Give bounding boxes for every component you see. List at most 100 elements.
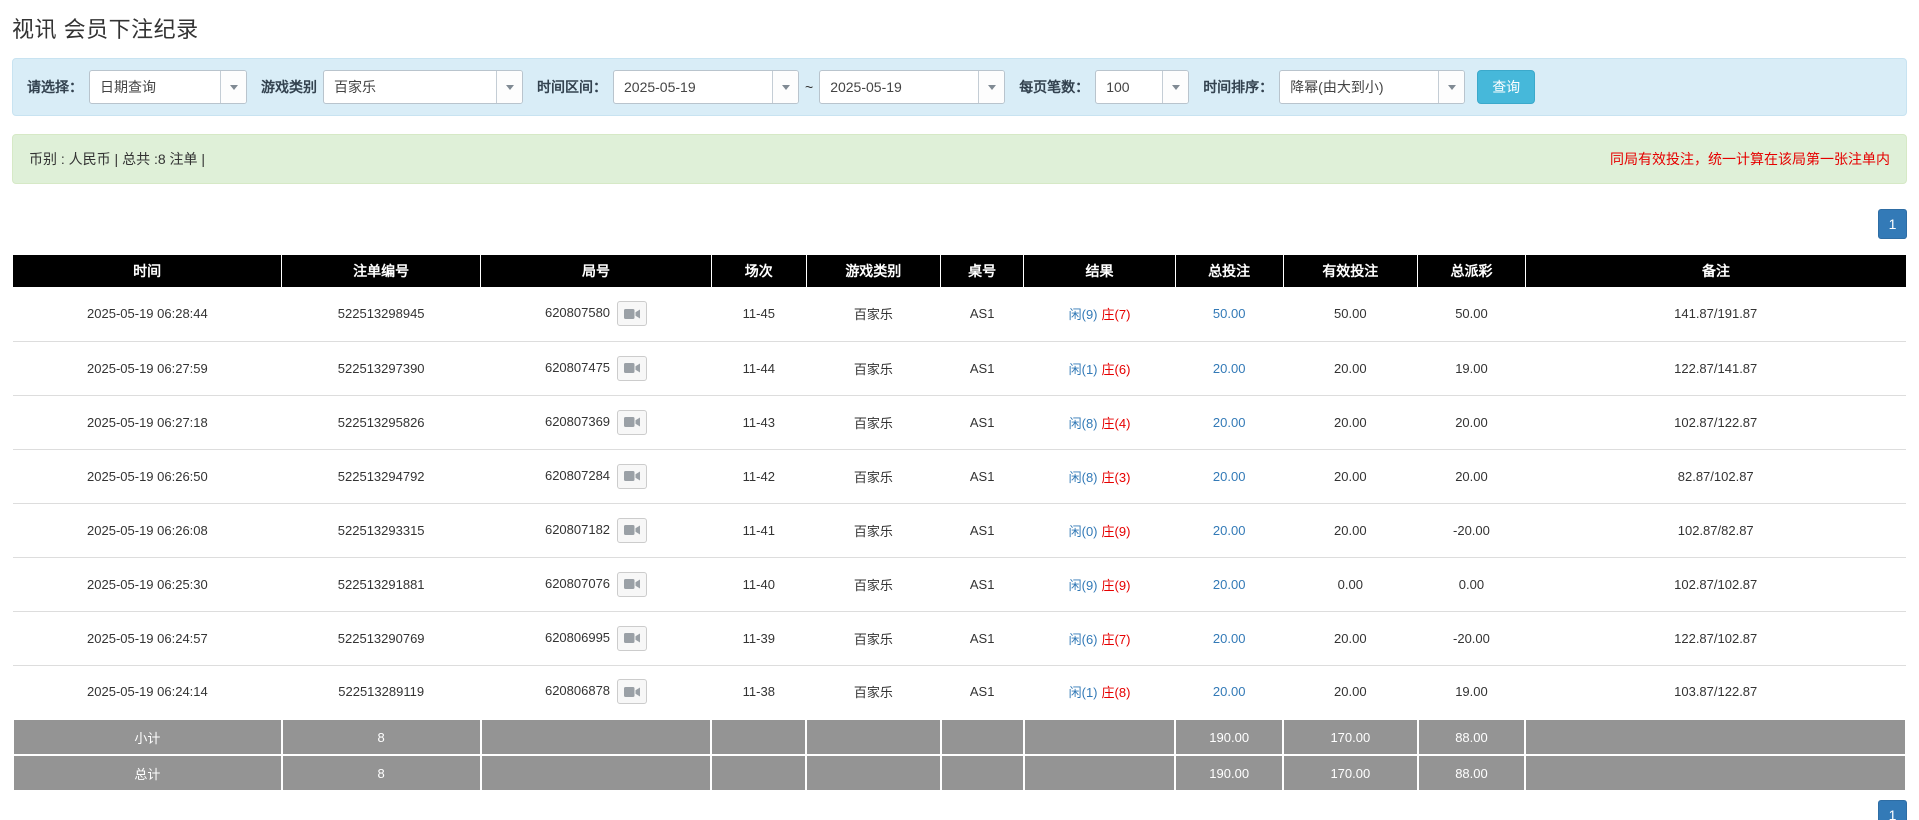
cell-bet-id: 522513295826 (281, 395, 481, 450)
round-id-value: 620807182 (544, 521, 611, 537)
page-button-1[interactable]: 1 (1878, 209, 1907, 239)
total-bet-link[interactable]: 20.00 (1213, 684, 1246, 699)
total-bet-link[interactable]: 20.00 (1213, 577, 1246, 592)
video-camera-icon (624, 417, 641, 427)
total-empty-cell (1524, 754, 1907, 792)
subtotal-count: 8 (280, 718, 482, 756)
view-video-button[interactable] (617, 355, 648, 381)
cell-session: 11-44 (711, 341, 807, 396)
cell-session: 11-43 (711, 395, 807, 450)
cell-table: AS1 (940, 341, 1024, 396)
result-player: 闲(6) (1068, 631, 1098, 647)
cell-round-id: 620806995 (480, 611, 712, 666)
subtotal-empty-cell (939, 718, 1025, 756)
cell-valid-bet: 20.00 (1283, 341, 1418, 396)
total-payout: 88.00 (1416, 754, 1527, 792)
cell-bet-id: 522513297390 (281, 341, 481, 396)
total-bet-link[interactable]: 50.00 (1213, 306, 1246, 321)
date-from-input[interactable] (614, 71, 772, 103)
cell-session: 11-42 (711, 449, 807, 504)
view-video-button[interactable] (617, 625, 648, 651)
sort-order-dropdown-button[interactable] (1438, 71, 1465, 103)
cell-remark: 141.87/191.87 (1525, 287, 1906, 342)
chevron-down-icon (987, 84, 996, 90)
cell-remark: 122.87/102.87 (1525, 611, 1906, 666)
header-table: 桌号 (940, 255, 1024, 287)
total-count: 8 (280, 754, 482, 792)
view-video-button[interactable] (617, 301, 648, 327)
page-size-dropdown-button[interactable] (1162, 71, 1189, 103)
round-id-value: 620806995 (544, 629, 611, 645)
total-bet-link[interactable]: 20.00 (1213, 631, 1246, 646)
cell-remark: 122.87/141.87 (1525, 341, 1906, 396)
cell-table: AS1 (940, 611, 1024, 666)
query-type-dropdown-button[interactable] (220, 71, 246, 103)
cell-result: 闲(9) 庄(9) (1023, 557, 1176, 612)
table-row: 2025-05-19 06:28:44 522513298945 6208075… (13, 287, 1906, 342)
cell-round-id: 620807182 (480, 503, 712, 558)
total-empty-cell (939, 754, 1025, 792)
result-banker: 庄(7) (1101, 631, 1131, 647)
video-camera-icon (624, 308, 641, 319)
query-type-input[interactable] (90, 71, 220, 103)
result-player: 闲(8) (1068, 469, 1098, 485)
cell-bet-id: 522513293315 (281, 503, 481, 558)
total-bet-link[interactable]: 20.00 (1213, 361, 1246, 376)
table-body: 2025-05-19 06:28:44 522513298945 6208075… (13, 287, 1906, 720)
result-player: 闲(0) (1068, 523, 1098, 539)
header-round-id: 局号 (480, 255, 712, 287)
cell-time: 2025-05-19 06:28:44 (13, 287, 282, 342)
result-banker: 庄(7) (1101, 307, 1131, 323)
total-label: 总计 (12, 754, 283, 792)
view-video-button[interactable] (617, 517, 648, 543)
result-player: 闲(1) (1068, 361, 1098, 377)
result-player: 闲(9) (1068, 577, 1098, 593)
date-to-dropdown-button[interactable] (978, 71, 1005, 103)
header-valid-bet: 有效投注 (1282, 255, 1418, 287)
cell-result: 闲(9) 庄(7) (1023, 287, 1176, 342)
total-bet-link[interactable]: 20.00 (1213, 469, 1246, 484)
cell-time: 2025-05-19 06:25:30 (13, 557, 282, 612)
cell-payout: 50.00 (1417, 287, 1526, 342)
time-range-label: 时间区间： (537, 79, 607, 95)
game-type-label: 游戏类别 (261, 79, 317, 95)
cell-game-type: 百家乐 (806, 665, 941, 720)
sort-order-combobox (1279, 70, 1466, 104)
cell-valid-bet: 20.00 (1283, 503, 1418, 558)
cell-result: 闲(1) 庄(6) (1023, 341, 1176, 396)
chevron-down-icon (1447, 84, 1456, 90)
view-video-button[interactable] (617, 571, 648, 597)
date-to-input[interactable] (820, 71, 979, 103)
total-empty-cell (1022, 754, 1177, 792)
page-size-combobox (1095, 70, 1190, 104)
game-type-input[interactable] (324, 71, 496, 103)
cell-game-type: 百家乐 (806, 287, 941, 342)
cell-table: AS1 (940, 449, 1024, 504)
total-bet-link[interactable]: 20.00 (1213, 415, 1246, 430)
cell-time: 2025-05-19 06:27:59 (13, 341, 282, 396)
page-size-input[interactable] (1096, 71, 1163, 103)
video-camera-icon (624, 633, 641, 643)
view-video-button[interactable] (617, 679, 648, 705)
game-type-dropdown-button[interactable] (496, 71, 522, 103)
result-banker: 庄(4) (1101, 415, 1131, 431)
cell-payout: 0.00 (1417, 557, 1526, 612)
header-remark: 备注 (1524, 255, 1906, 287)
view-video-button[interactable] (617, 409, 648, 435)
sort-order-input[interactable] (1280, 71, 1439, 103)
subtotal-valid-bet: 170.00 (1282, 718, 1419, 756)
view-video-button[interactable] (617, 463, 648, 489)
chevron-down-icon (1171, 84, 1180, 90)
subtotal-empty-cell (805, 718, 942, 756)
header-time: 时间 (13, 255, 282, 287)
date-from-dropdown-button[interactable] (772, 71, 798, 103)
cell-round-id: 620807475 (480, 341, 712, 396)
page-button-1[interactable]: 1 (1878, 800, 1907, 820)
header-result: 结果 (1023, 255, 1176, 287)
cell-game-type: 百家乐 (806, 341, 941, 396)
cell-bet-id: 522513291881 (281, 557, 481, 612)
search-button[interactable]: 查询 (1477, 70, 1536, 104)
cell-remark: 102.87/122.87 (1525, 395, 1906, 450)
cell-time: 2025-05-19 06:24:14 (13, 665, 282, 720)
total-bet-link[interactable]: 20.00 (1213, 523, 1246, 538)
